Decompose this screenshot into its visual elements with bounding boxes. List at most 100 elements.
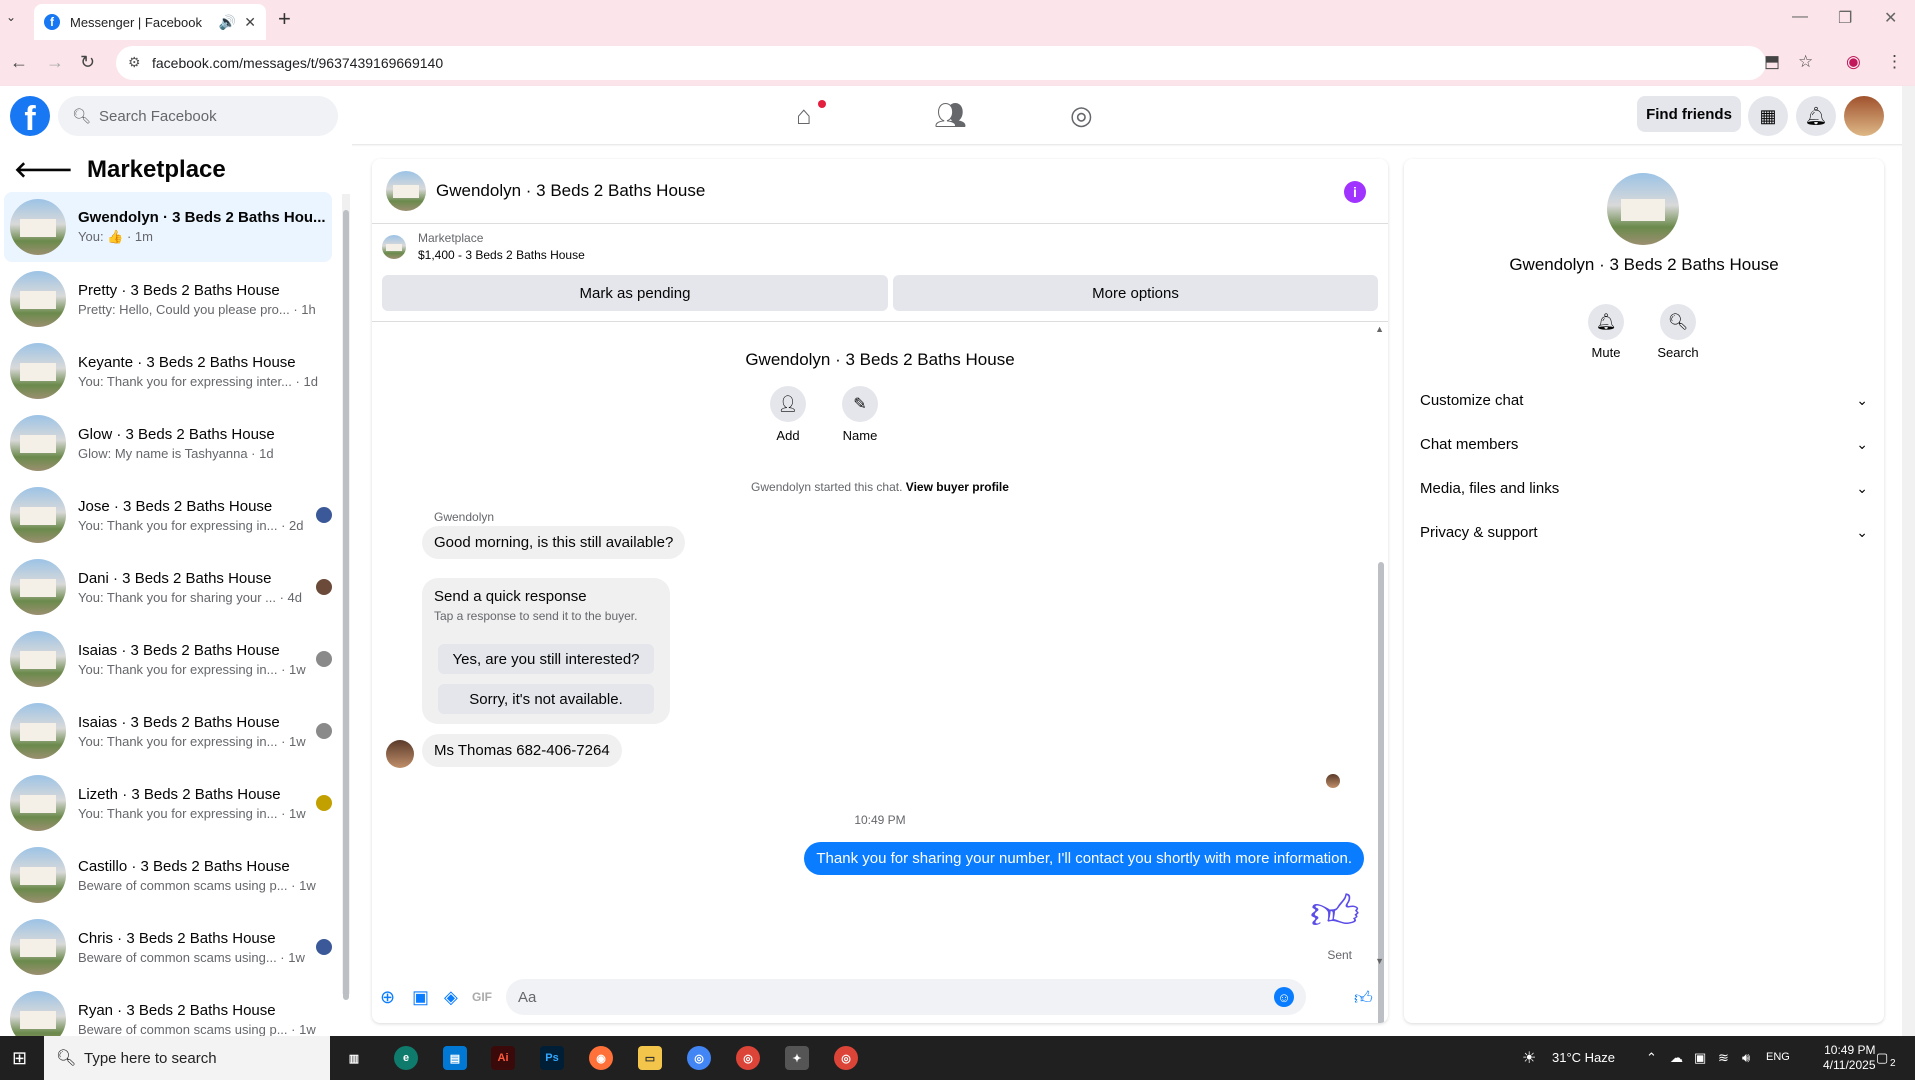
chat-members-row[interactable]: Chat members ⌄: [1420, 426, 1868, 462]
conversation-item[interactable]: Jose · 3 Beds 2 Baths House You: Thank yo…: [4, 480, 332, 550]
info-icon[interactable]: i: [1344, 181, 1366, 203]
site-info-icon[interactable]: ⚙: [128, 54, 141, 71]
message-input[interactable]: Aa ☺: [506, 979, 1306, 1015]
outgoing-message[interactable]: Thank you for sharing your number, I'll …: [804, 842, 1364, 875]
url-field[interactable]: ⚙ facebook.com/messages/t/96374391696691…: [116, 46, 1766, 80]
browser-menu-icon[interactable]: ⋮: [1886, 52, 1903, 72]
conversation-item[interactable]: Ryan · 3 Beds 2 Baths House Beware of com…: [4, 984, 332, 1036]
edge-icon[interactable]: e: [394, 1046, 418, 1070]
sidebar-scrollbar[interactable]: [343, 210, 349, 1000]
page-scrollbar[interactable]: [1902, 86, 1915, 1036]
menu-grid-icon[interactable]: ▦: [1748, 96, 1788, 136]
taskbar-clock[interactable]: 10:49 PM 4/11/2025: [1823, 1043, 1876, 1073]
chrome-profile-icon[interactable]: ◎: [736, 1046, 760, 1070]
conversation-item[interactable]: Dani · 3 Beds 2 Baths House You: Thank yo…: [4, 552, 332, 622]
wifi-icon[interactable]: ≋: [1718, 1050, 1729, 1066]
weather-text[interactable]: 31°C Haze: [1552, 1050, 1615, 1065]
like-send-icon[interactable]: 👍︎: [1354, 987, 1373, 1009]
gif-icon[interactable]: GIF: [472, 990, 492, 1004]
photoshop-icon[interactable]: Ps: [540, 1046, 564, 1070]
friends-icon[interactable]: 👥︎: [934, 100, 967, 131]
incoming-message[interactable]: Ms Thomas 682-406-7264: [422, 734, 622, 767]
more-options-button[interactable]: More options: [893, 275, 1378, 311]
media-files-row[interactable]: Media, files and links ⌄: [1420, 470, 1868, 506]
chat-scrollbar[interactable]: [1378, 562, 1384, 1023]
mute-bell-icon[interactable]: 🔔︎: [1588, 304, 1624, 340]
photo-icon[interactable]: ▣: [412, 987, 429, 1008]
close-tab-icon[interactable]: ✕: [244, 14, 256, 31]
sticker-icon[interactable]: ◈: [444, 987, 458, 1008]
marketplace-listing[interactable]: Marketplace $1,400 - 3 Beds 2 Baths Hous…: [382, 231, 585, 262]
plus-icon[interactable]: ⊕: [380, 987, 395, 1008]
new-tab-button[interactable]: +: [278, 6, 291, 32]
minimize-icon[interactable]: —: [1792, 8, 1808, 26]
bookmark-star-icon[interactable]: ☆: [1798, 52, 1813, 72]
scroll-up-arrow-icon[interactable]: ▲: [1375, 324, 1384, 334]
chrome-icon[interactable]: ◎: [687, 1046, 711, 1070]
chrome-active-icon[interactable]: ◎: [834, 1046, 858, 1070]
language-indicator[interactable]: ENG: [1766, 1051, 1790, 1063]
device-icon[interactable]: ▣: [1694, 1050, 1706, 1066]
customize-chat-row[interactable]: Customize chat ⌄: [1420, 382, 1868, 418]
info-avatar[interactable]: [1607, 173, 1679, 245]
back-icon[interactable]: ←: [10, 52, 28, 73]
quick-reply-sorry-button[interactable]: Sorry, it's not available.: [438, 684, 654, 714]
conversation-item[interactable]: Isaias · 3 Beds 2 Baths House You: Thank …: [4, 696, 332, 766]
task-view-icon[interactable]: ▥: [342, 1046, 366, 1070]
forward-icon[interactable]: →: [46, 52, 64, 73]
conversation-item[interactable]: Keyante · 3 Beds 2 Baths House You: Thank…: [4, 336, 332, 406]
profile-icon[interactable]: ◉: [1846, 52, 1861, 72]
reload-icon[interactable]: ↻: [80, 52, 95, 73]
emoji-icon[interactable]: ☺: [1274, 987, 1294, 1007]
install-app-icon[interactable]: ⬒: [1764, 52, 1780, 72]
edit-name-icon[interactable]: ✎: [842, 386, 878, 422]
conversation-item[interactable]: Gwendolyn · 3 Beds 2 Baths Hou... You: 👍 …: [4, 192, 332, 262]
find-friends-button[interactable]: Find friends: [1637, 96, 1741, 132]
firefox-icon[interactable]: ◉: [589, 1046, 613, 1070]
mark-pending-button[interactable]: Mark as pending: [382, 275, 888, 311]
windows-start-icon[interactable]: ⊞: [12, 1048, 27, 1069]
chat-title[interactable]: Gwendolyn · 3 Beds 2 Baths House: [436, 181, 705, 201]
thumbs-up-icon[interactable]: 👍︎: [1310, 884, 1360, 942]
tray-chevron-up-icon[interactable]: ⌃: [1646, 1050, 1657, 1066]
conversation-item[interactable]: Castillo · 3 Beds 2 Baths House Beware of…: [4, 840, 332, 910]
search-input[interactable]: 🔍︎ Search Facebook: [58, 96, 338, 136]
conversation-item[interactable]: Isaias · 3 Beds 2 Baths House You: Thank …: [4, 624, 332, 694]
facebook-logo-icon[interactable]: f: [10, 96, 50, 136]
conversation-item[interactable]: Chris · 3 Beds 2 Baths House Beware of co…: [4, 912, 332, 982]
add-person-icon[interactable]: 👤︎: [770, 386, 806, 422]
privacy-support-row[interactable]: Privacy & support ⌄: [1420, 514, 1868, 550]
conversation-item[interactable]: Lizeth · 3 Beds 2 Baths House You: Thank …: [4, 768, 332, 838]
app-icon[interactable]: ✦: [785, 1046, 809, 1070]
sent-status: Sent: [1327, 948, 1352, 962]
onedrive-icon[interactable]: ☁: [1670, 1050, 1683, 1066]
home-icon[interactable]: ⌂: [796, 100, 812, 131]
conversation-item[interactable]: Pretty · 3 Beds 2 Baths House Pretty: Hel…: [4, 264, 332, 334]
conversation-name: Castillo · 3 Beds 2 Baths House: [78, 857, 290, 875]
file-explorer-icon[interactable]: ▭: [638, 1046, 662, 1070]
notifications-bell-icon[interactable]: 🔔︎: [1796, 96, 1836, 136]
incoming-message[interactable]: Good morning, is this still available?: [422, 526, 686, 559]
sender-avatar[interactable]: [386, 740, 414, 768]
tab-search-icon[interactable]: ⌄: [6, 10, 16, 24]
view-buyer-profile-link[interactable]: View buyer profile: [906, 480, 1009, 494]
chat-avatar[interactable]: [386, 171, 426, 211]
search-icon[interactable]: 🔍︎: [1660, 304, 1696, 340]
notification-center-icon[interactable]: ▢: [1876, 1050, 1888, 1066]
close-window-icon[interactable]: ✕: [1884, 8, 1897, 28]
quick-reply-yes-button[interactable]: Yes, are you still interested?: [438, 644, 654, 674]
illustrator-icon[interactable]: Ai: [491, 1046, 515, 1070]
scroll-down-arrow-icon[interactable]: ▼: [1375, 956, 1384, 966]
taskbar-search-input[interactable]: 🔍︎ Type here to search: [44, 1036, 330, 1080]
conversation-item[interactable]: Glow · 3 Beds 2 Baths House Glow: My name…: [4, 408, 332, 478]
restore-icon[interactable]: ❐: [1838, 8, 1852, 28]
store-icon[interactable]: ▤: [443, 1046, 467, 1070]
volume-icon[interactable]: 🔊︎: [1742, 1050, 1750, 1066]
conversation-name: Keyante · 3 Beds 2 Baths House: [78, 353, 296, 371]
account-avatar[interactable]: [1844, 96, 1884, 136]
browser-tab[interactable]: f Messenger | Facebook 🔊 ✕: [34, 4, 266, 40]
speaker-icon[interactable]: 🔊: [219, 14, 236, 31]
back-arrow-icon[interactable]: 🡐: [14, 157, 73, 183]
groups-icon[interactable]: ◎: [1070, 100, 1093, 131]
conversation-text: Gwendolyn · 3 Beds 2 Baths Hou... You: 👍 …: [78, 209, 332, 245]
